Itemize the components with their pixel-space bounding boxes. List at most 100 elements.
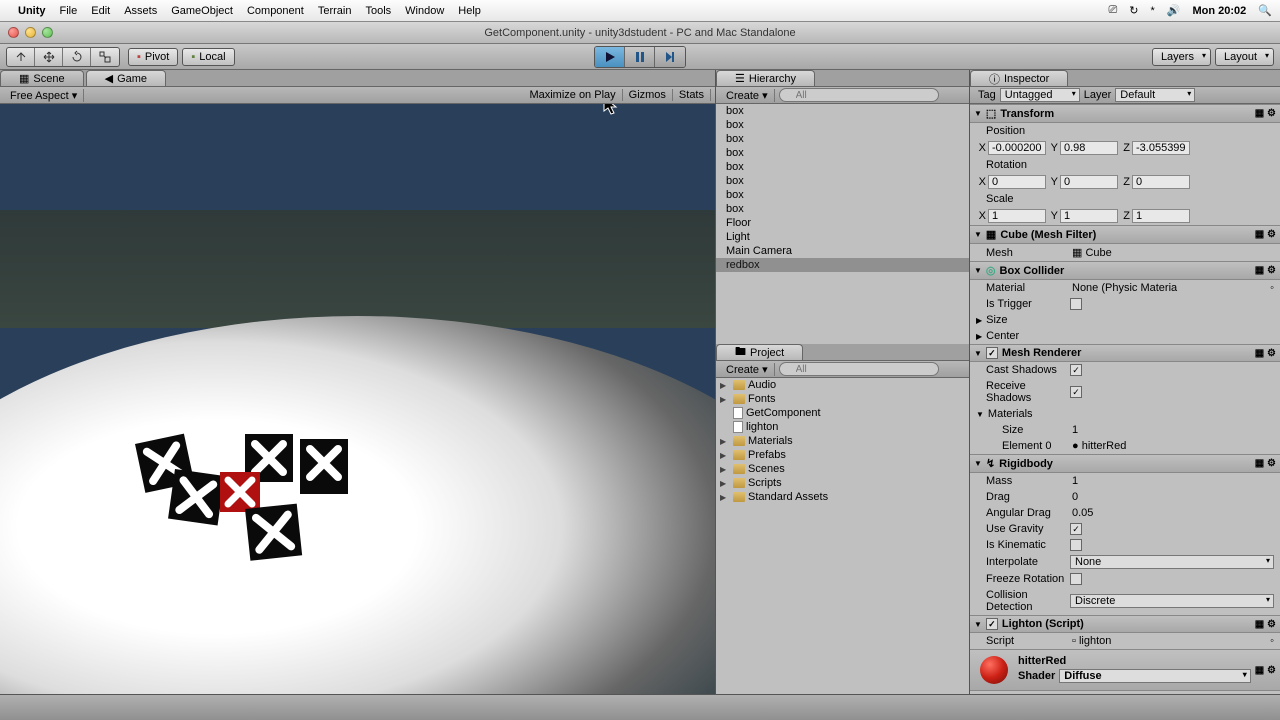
hierarchy-search[interactable] — [779, 88, 939, 102]
gear-icon[interactable]: ▦ ⚙ — [1255, 108, 1276, 119]
tab-project[interactable]: 🖿 Project — [716, 344, 803, 360]
tab-scene[interactable]: ▦ Scene — [0, 70, 84, 86]
gear-icon[interactable]: ▦ ⚙ — [1255, 619, 1276, 630]
layer-dropdown[interactable]: Default — [1115, 88, 1195, 102]
component-transform[interactable]: ▼⬚Transform▦ ⚙ — [970, 104, 1280, 123]
menu-tools[interactable]: Tools — [365, 5, 391, 17]
game-view[interactable] — [0, 104, 715, 694]
hierarchy-item[interactable]: Light — [716, 230, 969, 244]
hierarchy-item[interactable]: redbox — [716, 258, 969, 272]
menu-window[interactable]: Window — [405, 5, 444, 17]
hierarchy-list[interactable]: boxboxboxboxboxboxboxboxFloorLightMain C… — [716, 104, 969, 344]
layers-dropdown[interactable]: Layers — [1152, 48, 1211, 66]
component-script[interactable]: ▼Lighton (Script)▦ ⚙ — [970, 615, 1280, 633]
material-header[interactable]: hitterRed ShaderDiffuse ▦ ⚙ — [970, 649, 1280, 691]
scale-z[interactable] — [1132, 209, 1190, 223]
local-toggle[interactable]: ▪Local — [182, 48, 234, 66]
gear-icon[interactable]: ▦ ⚙ — [1255, 265, 1276, 276]
pos-z[interactable] — [1132, 141, 1190, 155]
collisiondetect-dropdown[interactable]: Discrete — [1070, 594, 1274, 608]
project-item[interactable]: ▶Standard Assets — [716, 490, 969, 504]
rot-y[interactable] — [1060, 175, 1118, 189]
menu-gameobject[interactable]: GameObject — [171, 5, 233, 17]
project-item[interactable]: lighton — [716, 420, 969, 434]
gear-icon[interactable]: ▦ ⚙ — [1255, 229, 1276, 240]
recvshadows-checkbox[interactable] — [1070, 386, 1082, 398]
hierarchy-item[interactable]: box — [716, 174, 969, 188]
hierarchy-item[interactable]: box — [716, 146, 969, 160]
project-search[interactable] — [779, 362, 939, 376]
renderer-enable[interactable] — [986, 347, 998, 359]
rot-z[interactable] — [1132, 175, 1190, 189]
tab-game[interactable]: ◀ Game — [86, 70, 166, 86]
hierarchy-item[interactable]: box — [716, 188, 969, 202]
component-meshfilter[interactable]: ▼▦Cube (Mesh Filter)▦ ⚙ — [970, 225, 1280, 244]
screen-icon[interactable]: ⎚ — [1108, 4, 1117, 17]
project-item[interactable]: ▶Prefabs — [716, 448, 969, 462]
project-item[interactable]: ▶Fonts — [716, 392, 969, 406]
clock[interactable]: Mon 20:02 — [1193, 5, 1247, 17]
project-item[interactable]: ▶Scenes — [716, 462, 969, 476]
menu-file[interactable]: File — [60, 5, 78, 17]
hierarchy-item[interactable]: box — [716, 160, 969, 174]
gear-icon[interactable]: ▦ ⚙ — [1255, 458, 1276, 469]
script-ref[interactable]: ▫ lighton — [1070, 635, 1266, 647]
tab-inspector[interactable]: ⓘ Inspector — [970, 70, 1068, 86]
material-slot[interactable]: ● hitterRed — [1070, 440, 1274, 452]
project-list[interactable]: ▶Audio▶FontsGetComponentlighton▶Material… — [716, 378, 969, 694]
freeze-checkbox[interactable] — [1070, 573, 1082, 585]
scale-x[interactable] — [988, 209, 1046, 223]
component-rigidbody[interactable]: ▼↯Rigidbody▦ ⚙ — [970, 454, 1280, 473]
step-button[interactable] — [655, 47, 685, 67]
menu-terrain[interactable]: Terrain — [318, 5, 352, 17]
close-button[interactable] — [8, 27, 19, 38]
project-item[interactable]: ▶Audio — [716, 378, 969, 392]
istrigger-checkbox[interactable] — [1070, 298, 1082, 310]
aspect-dropdown[interactable]: Free Aspect ▾ — [4, 89, 84, 102]
minimize-button[interactable] — [25, 27, 36, 38]
maximize-toggle[interactable]: Maximize on Play — [523, 89, 622, 101]
spotlight-icon[interactable]: 🔍 — [1258, 4, 1272, 17]
mesh-value[interactable]: ▦ Cube — [1070, 246, 1274, 259]
tab-hierarchy[interactable]: ☰ Hierarchy — [716, 70, 815, 86]
physmat-value[interactable]: None (Physic Materia — [1070, 282, 1266, 294]
zoom-button[interactable] — [42, 27, 53, 38]
menu-help[interactable]: Help — [458, 5, 481, 17]
pos-y[interactable] — [1060, 141, 1118, 155]
hierarchy-item[interactable]: box — [716, 202, 969, 216]
pos-x[interactable] — [988, 141, 1046, 155]
menu-edit[interactable]: Edit — [91, 5, 110, 17]
component-boxcollider[interactable]: ▼◎Box Collider▦ ⚙ — [970, 261, 1280, 280]
app-name[interactable]: Unity — [18, 5, 46, 17]
menu-component[interactable]: Component — [247, 5, 304, 17]
castshadows-checkbox[interactable] — [1070, 364, 1082, 376]
shader-dropdown[interactable]: Diffuse — [1059, 669, 1251, 683]
menu-assets[interactable]: Assets — [124, 5, 157, 17]
tag-dropdown[interactable]: Untagged — [1000, 88, 1080, 102]
hierarchy-item[interactable]: Floor — [716, 216, 969, 230]
layout-dropdown[interactable]: Layout — [1215, 48, 1274, 66]
project-item[interactable]: GetComponent — [716, 406, 969, 420]
move-tool[interactable] — [35, 48, 63, 66]
scale-y[interactable] — [1060, 209, 1118, 223]
hierarchy-item[interactable]: box — [716, 132, 969, 146]
rot-x[interactable] — [988, 175, 1046, 189]
volume-icon[interactable]: 🔊 — [1167, 4, 1181, 17]
project-item[interactable]: ▶Materials — [716, 434, 969, 448]
hierarchy-item[interactable]: Main Camera — [716, 244, 969, 258]
hand-tool[interactable] — [7, 48, 35, 66]
pivot-toggle[interactable]: ▪Pivot — [128, 48, 178, 66]
gravity-checkbox[interactable] — [1070, 523, 1082, 535]
kinematic-checkbox[interactable] — [1070, 539, 1082, 551]
script-enable[interactable] — [986, 618, 998, 630]
gear-icon[interactable]: ▦ ⚙ — [1255, 665, 1276, 676]
component-meshrenderer[interactable]: ▼Mesh Renderer▦ ⚙ — [970, 344, 1280, 362]
timemachine-icon[interactable]: ↻ — [1129, 4, 1138, 17]
pause-button[interactable] — [625, 47, 655, 67]
rotate-tool[interactable] — [63, 48, 91, 66]
stats-toggle[interactable]: Stats — [673, 89, 711, 101]
project-item[interactable]: ▶Scripts — [716, 476, 969, 490]
hierarchy-item[interactable]: box — [716, 118, 969, 132]
project-create[interactable]: Create ▾ — [720, 363, 775, 376]
hierarchy-create[interactable]: Create ▾ — [720, 89, 775, 102]
